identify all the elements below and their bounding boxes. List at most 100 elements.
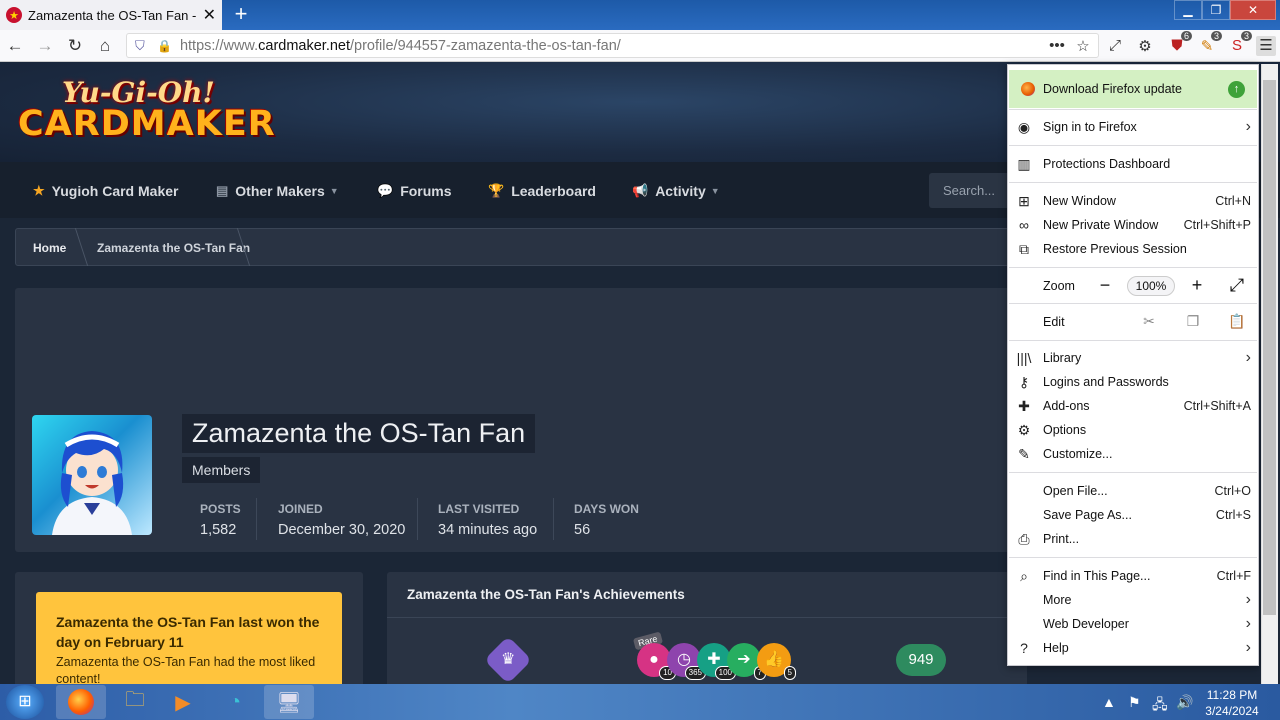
nav-leaderboard[interactable]: 🏆 Leaderboard [488,183,596,199]
menu-new-window[interactable]: ⊞ New Window Ctrl+N [1015,189,1251,213]
hamburger-menu-icon[interactable]: ☰ [1256,36,1276,56]
page-actions-icon[interactable]: ••• [1048,37,1066,55]
achievement-badge-icon[interactable]: ✚ 100 [697,643,736,680]
menu-options[interactable]: ⚙ Options [1015,418,1251,442]
menu-separator [1009,557,1257,558]
zoom-out-button[interactable]: − [1096,275,1114,296]
menu-find[interactable]: ⌕ Find in This Page... Ctrl+F [1015,564,1251,588]
scrollbar-thumb[interactable] [1263,80,1276,615]
restore-session-icon: ⧉ [1019,240,1029,257]
taskbar-explorer[interactable]: 🗀 [110,685,160,719]
paste-icon[interactable]: 📋 [1228,313,1246,330]
star-icon: ★ [33,183,45,198]
achievement-badge-icon[interactable]: ● 10 [637,643,676,680]
printer-icon: ⎙ [1018,530,1030,547]
extension-s-icon[interactable]: S3 [1228,31,1252,55]
menu-separator [1009,145,1257,146]
close-tab-icon[interactable]: ✕ [203,5,216,25]
volume-icon[interactable]: 🔊 [1176,694,1193,711]
zoom-reset-button[interactable]: 100% [1127,276,1175,296]
taskbar-app[interactable]: 🖥 [264,685,314,719]
reload-icon[interactable]: ↻ [65,36,85,56]
stat-days-won: DAYS WON 56 [574,502,639,538]
nav-activity[interactable]: 📢 Activity ▼ [632,183,720,199]
forward-icon[interactable]: → [35,36,55,56]
menu-help[interactable]: ? Help › [1015,636,1251,660]
divider [553,498,554,540]
achievement-badge-icon[interactable]: 👍 5 [757,643,796,680]
copy-icon[interactable]: ❐ [1184,313,1202,330]
chevron-right-icon: › [1245,349,1251,366]
home-icon[interactable]: ⌂ [95,36,115,56]
achievement-badge-icon[interactable]: ➔ 7 [727,643,766,680]
avatar[interactable] [32,415,152,535]
achievement-badge-icon[interactable]: ◷ 365 [667,643,706,680]
bookmark-star-icon[interactable]: ☆ [1074,37,1092,55]
tab-title: Zamazenta the OS-Tan Fan - Yu [28,7,199,23]
menu-customize[interactable]: ✎ Customize... [1015,442,1251,466]
menu-separator [1009,472,1257,473]
minimize-button[interactable]: ▁ [1174,0,1202,20]
avatar-image [52,431,132,535]
nav-forums[interactable]: 💬 Forums [377,183,452,199]
bar-chart-icon: ▥ [1017,155,1031,172]
achievement-points[interactable]: 949 [896,644,946,676]
maximize-button[interactable]: ❐ [1202,0,1230,20]
menu-web-developer[interactable]: Web Developer › [1015,612,1251,636]
site-logo-bottom[interactable]: CARDMAKER [18,104,276,144]
flag-icon[interactable]: ⚑ [1128,694,1141,711]
menu-restore-session[interactable]: ⧉ Restore Previous Session [1015,237,1251,261]
menu-addons[interactable]: ✚ Add-ons Ctrl+Shift+A [1015,394,1251,418]
private-mask-icon: ∞ [1019,217,1029,233]
nav-yugioh-card-maker[interactable]: ★ Yugioh Card Maker [33,183,178,199]
extension-icon[interactable]: ✎ 3 [1198,31,1222,55]
menu-more[interactable]: More › [1015,588,1251,612]
menu-protections-dashboard[interactable]: ▥ Protections Dashboard [1015,152,1251,176]
menu-separator [1009,340,1257,341]
menu-save-page[interactable]: Save Page As... Ctrl+S [1015,503,1251,527]
profile-name: Zamazenta the OS-Tan Fan [182,414,536,453]
ublock-icon[interactable]: ⛊ 6 [1168,31,1192,55]
close-window-button[interactable]: ✕ [1230,0,1276,20]
library-icon: |||\ [1016,350,1032,366]
menu-open-file[interactable]: Open File... Ctrl+O [1015,479,1251,503]
media-player-icon: ▶ [175,691,191,714]
taskbar-clock[interactable]: 11:28 PM 3/24/2024 [1192,687,1272,719]
menu-sign-in[interactable]: ◉ Sign in to Firefox › [1015,115,1251,139]
back-icon[interactable]: ← [5,36,25,56]
network-icon[interactable]: 🖧 [1152,694,1168,718]
firefox-icon [68,689,94,715]
menu-separator [1009,267,1257,268]
menu-library[interactable]: |||\ Library › [1015,346,1251,370]
breadcrumb-current: Zamazenta the OS-Tan Fan [97,241,251,255]
divider [256,498,257,540]
tracking-shield-icon[interactable]: ⛉ [135,38,149,54]
lock-icon[interactable]: 🔒 [157,39,172,53]
cut-icon[interactable]: ✂ [1140,313,1158,330]
computer-icon: 🖥 [276,691,302,714]
menu-logins[interactable]: ⚷ Logins and Passwords [1015,370,1251,394]
taskbar-firefox[interactable] [56,685,106,719]
megaphone-icon: 📢 [632,183,649,198]
day-won-heading: Zamazenta the OS-Tan Fan last won the da… [56,614,320,650]
gear-icon[interactable]: ⚙ [1136,37,1154,55]
menu-download-update[interactable]: Download Firefox update ↑ [1009,70,1257,108]
show-hidden-icons[interactable]: ▲ [1102,694,1116,710]
nav-other-makers[interactable]: ▤ Other Makers ▼ [216,183,339,199]
fullscreen-icon[interactable]: ⤢ [1228,275,1246,296]
fullscreen-icon[interactable]: ⤢ [1106,37,1124,55]
start-button[interactable]: ⊞ [6,685,44,719]
active-tab[interactable]: ★ Zamazenta the OS-Tan Fan - Yu ✕ [0,0,222,30]
help-icon: ? [1020,640,1028,656]
arrow-up-icon: ↑ [1228,80,1245,98]
breadcrumb-home[interactable]: Home [33,241,66,255]
menu-print[interactable]: ⎙ Print... [1015,527,1251,551]
taskbar-media-player[interactable]: ▶ [158,685,208,719]
zoom-in-button[interactable]: + [1188,275,1206,296]
url-bar[interactable]: ⛉ 🔒 https://www.cardmaker.net/profile/94… [126,33,1099,58]
account-icon: ◉ [1017,118,1031,135]
site-search-input[interactable]: Search... [929,173,1019,208]
new-tab-button[interactable]: + [230,2,252,26]
menu-new-private-window[interactable]: ∞ New Private Window Ctrl+Shift+P [1015,213,1251,237]
taskbar-edge[interactable]: ◔ [210,685,260,719]
